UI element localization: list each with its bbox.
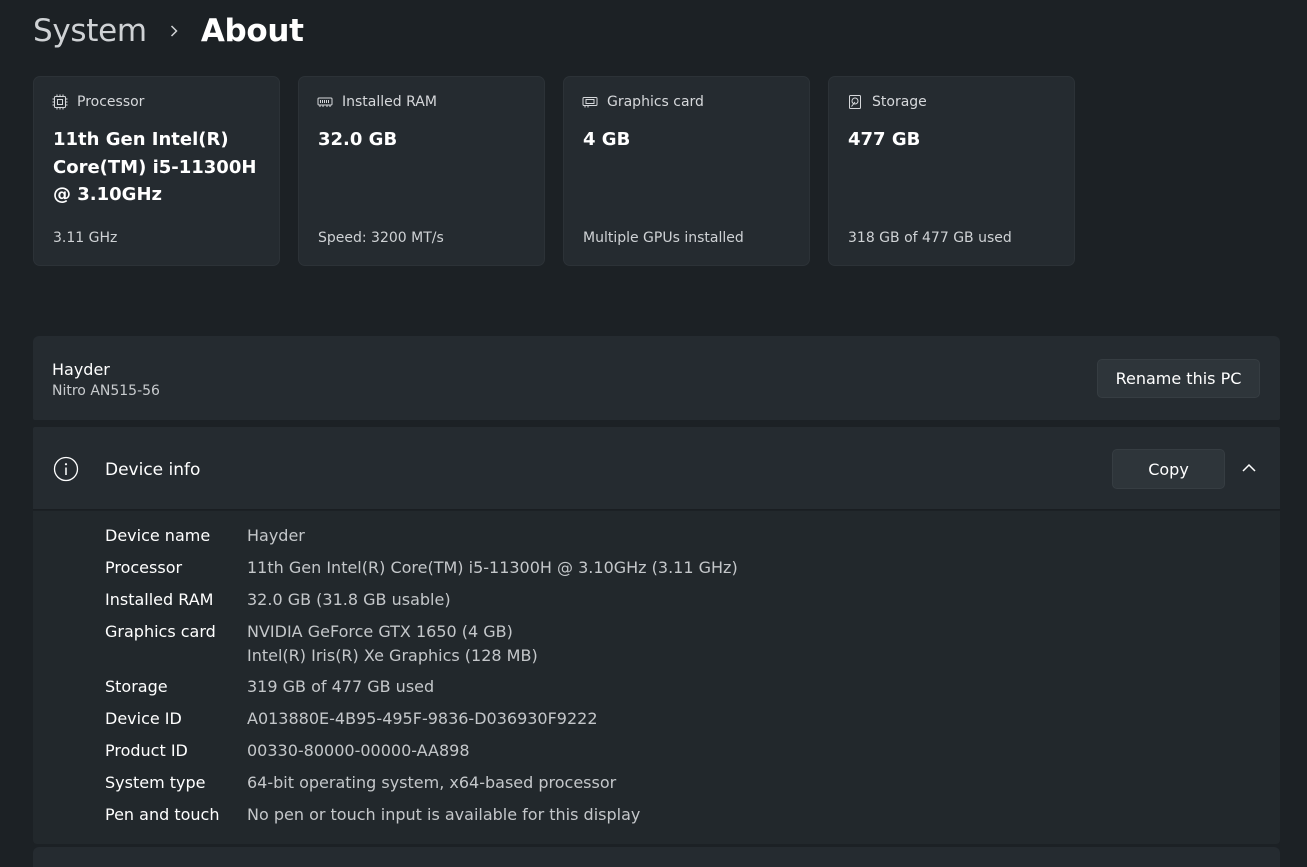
pc-model: Nitro AN515-56 [52, 383, 160, 399]
ram-icon [317, 97, 333, 107]
card-label: Storage [872, 94, 927, 110]
card-subtext: 3.11 GHz [53, 230, 118, 246]
spec-value: Hayder [247, 526, 305, 545]
breadcrumb: System About [33, 8, 304, 54]
storage-card: Storage 477 GB 318 GB of 477 GB used [828, 76, 1075, 266]
spec-row-system-type: System type 64-bit operating system, x64… [105, 771, 616, 795]
breadcrumb-system[interactable]: System [33, 13, 147, 49]
storage-icon [849, 95, 861, 109]
spec-label: Storage [105, 677, 168, 696]
card-label: Graphics card [607, 94, 704, 110]
spec-row-graphics-card: Graphics card NVIDIA GeForce GTX 1650 (4… [105, 620, 538, 668]
pc-name: Hayder [52, 360, 110, 379]
device-info-header[interactable]: Device info Copy [33, 427, 1280, 510]
spec-value: No pen or touch input is available for t… [247, 805, 641, 824]
card-subtext: 318 GB of 477 GB used [848, 230, 1012, 246]
spec-value: A013880E-4B95-495F-9836-D036930F9222 [247, 709, 598, 728]
card-subtext: Multiple GPUs installed [583, 230, 744, 246]
spec-row-installed-ram: Installed RAM 32.0 GB (31.8 GB usable) [105, 588, 451, 612]
graphics-card-icon [582, 97, 598, 108]
pc-name-section: Hayder Nitro AN515-56 Rename this PC [33, 336, 1280, 420]
chevron-right-icon [157, 8, 191, 54]
card-label: Processor [77, 94, 145, 110]
device-info-details: Device name Hayder Processor 11th Gen In… [33, 511, 1280, 844]
spec-label: Device ID [105, 709, 182, 728]
card-value: 32.0 GB [318, 129, 398, 150]
card-value: 11th Gen Intel(R) Core(TM) i5-11300H @ 3… [53, 129, 257, 205]
spec-row-device-id: Device ID A013880E-4B95-495F-9836-D03693… [105, 707, 598, 731]
spec-label: Processor [105, 558, 183, 577]
processor-icon [52, 94, 68, 110]
spec-value: NVIDIA GeForce GTX 1650 (4 GB) [247, 622, 513, 641]
device-info-title: Device info [105, 460, 201, 480]
card-value: 477 GB [848, 129, 921, 150]
card-value: 4 GB [583, 129, 631, 150]
spec-value: 319 GB of 477 GB used [247, 677, 435, 696]
spec-label: System type [105, 773, 206, 792]
spec-label: Graphics card [105, 622, 216, 641]
spec-row-processor: Processor 11th Gen Intel(R) Core(TM) i5-… [105, 556, 738, 580]
spec-row-device-name: Device name Hayder [105, 524, 305, 548]
chevron-up-icon[interactable] [1239, 460, 1259, 476]
spec-value: 11th Gen Intel(R) Core(TM) i5-11300H @ 3… [247, 558, 738, 577]
spec-row-pen-and-touch: Pen and touch No pen or touch input is a… [105, 803, 640, 827]
spec-label: Installed RAM [105, 590, 214, 609]
copy-button[interactable]: Copy [1112, 449, 1225, 489]
page-title: About [200, 13, 304, 49]
spec-label: Pen and touch [105, 805, 220, 824]
spec-value: 32.0 GB (31.8 GB usable) [247, 590, 451, 609]
info-icon [53, 456, 79, 482]
next-section-edge [33, 847, 1280, 867]
spec-value: 64-bit operating system, x64-based proce… [247, 773, 617, 792]
spec-row-product-id: Product ID 00330-80000-00000-AA898 [105, 739, 470, 763]
card-subtext: Speed: 3200 MT/s [318, 230, 444, 246]
spec-value: 00330-80000-00000-AA898 [247, 741, 470, 760]
card-label: Installed RAM [342, 94, 437, 110]
rename-pc-button[interactable]: Rename this PC [1097, 359, 1260, 398]
ram-card: Installed RAM 32.0 GB Speed: 3200 MT/s [298, 76, 545, 266]
spec-label: Product ID [105, 741, 188, 760]
spec-row-storage: Storage 319 GB of 477 GB used [105, 675, 434, 699]
processor-card: Processor 11th Gen Intel(R) Core(TM) i5-… [33, 76, 280, 266]
spec-value-secondary: Intel(R) Iris(R) Xe Graphics (128 MB) [247, 646, 538, 665]
spec-label: Device name [105, 526, 211, 545]
graphics-card-card: Graphics card 4 GB Multiple GPUs install… [563, 76, 810, 266]
about-page: System About Processor 11th Gen Intel(R)… [0, 0, 1307, 867]
